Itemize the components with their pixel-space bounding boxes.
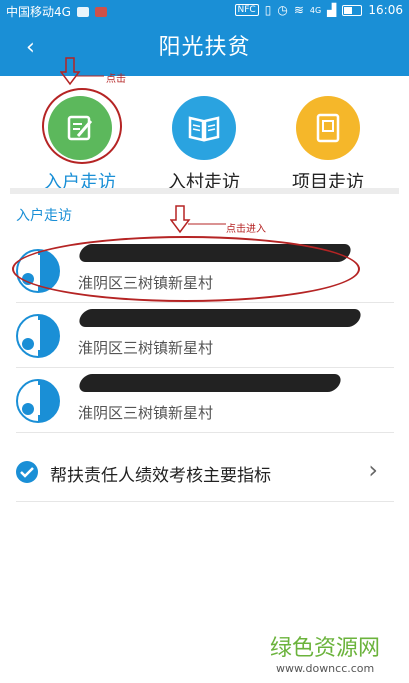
clock: 16:06 <box>368 3 403 17</box>
network-type: 4G <box>309 5 322 15</box>
check-circle-icon <box>16 461 38 483</box>
open-book-icon <box>172 96 236 160</box>
signal-icon: ▟ <box>327 3 337 17</box>
notification-icon <box>76 6 89 17</box>
tile-project-visit[interactable]: 项目走访 <box>268 84 388 194</box>
status-bar: 中国移动4G NFC ▯ ◷ ≋ 4G ▟ 16:06 <box>0 0 409 22</box>
annotation-tap: 点击 <box>106 74 126 85</box>
vibrate-icon: ▯ <box>264 3 272 17</box>
visit-location: 淮阴区三树镇新星村 <box>78 339 214 357</box>
tile-village-visit[interactable]: 入村走访 <box>144 84 264 194</box>
kpi-label: 帮扶责任人绩效考核主要指标 <box>50 466 271 486</box>
redacted-name <box>76 309 364 327</box>
list-item[interactable]: 淮阴区三树镇新星村 <box>16 303 394 368</box>
app-notification-icon <box>94 6 107 17</box>
down-arrow-icon <box>170 205 226 234</box>
visit-location: 淮阴区三树镇新星村 <box>78 404 214 422</box>
list-item[interactable]: 淮阴区三树镇新星村 <box>16 368 394 433</box>
nfc-icon: NFC <box>234 4 259 16</box>
watermark: 绿色资源网 www.downcc.com <box>270 630 380 675</box>
annotation-tap-enter: 点击进入 <box>226 224 266 235</box>
section-divider <box>10 188 399 194</box>
chevron-right-icon: › <box>368 456 378 484</box>
carrier-label: 中国移动4G <box>6 5 71 19</box>
section-title: 入户走访 <box>16 208 72 224</box>
avatar-icon <box>16 379 60 423</box>
wifi-icon: ≋ <box>293 3 304 17</box>
redacted-name <box>76 374 344 392</box>
kpi-row[interactable]: 帮扶责任人绩效考核主要指标 › <box>16 445 394 502</box>
avatar-icon <box>16 314 60 358</box>
highlight-ring <box>42 88 122 164</box>
document-icon <box>296 96 360 160</box>
down-arrow-icon <box>60 57 104 86</box>
alarm-icon: ◷ <box>277 3 288 17</box>
watermark-url: www.downcc.com <box>276 662 375 675</box>
highlight-ellipse <box>12 236 360 302</box>
watermark-name: 绿色资源网 <box>270 636 381 661</box>
battery-icon <box>342 4 363 16</box>
